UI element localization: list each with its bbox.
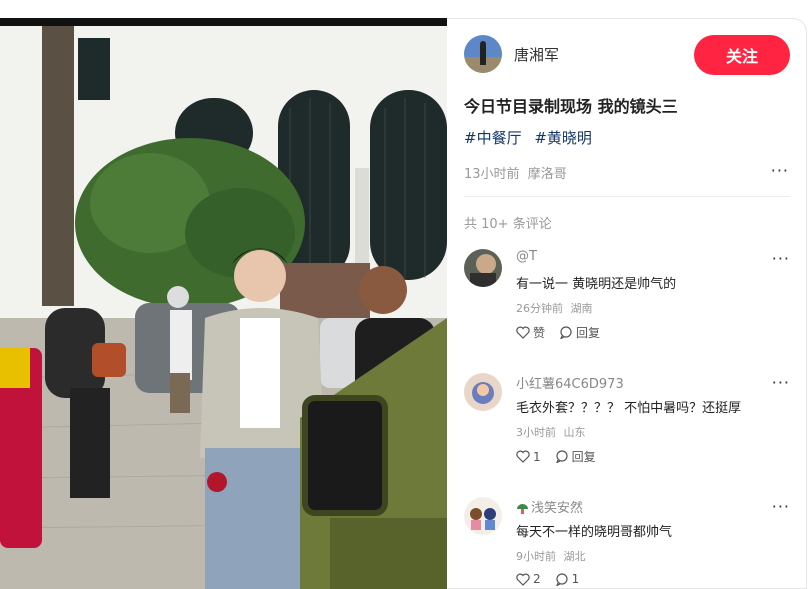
like-label: 赞 [533, 326, 546, 340]
like-button[interactable]: 2 [516, 572, 541, 586]
divider [464, 196, 790, 197]
post-meta: 13小时前 摩洛哥 [464, 163, 571, 182]
photo-top-edge [0, 18, 447, 26]
commenter-avatar[interactable] [464, 249, 502, 287]
tag-link[interactable]: #黄晓明 [534, 129, 592, 147]
comment-item: 浅笑安然 每天不一样的晓明哥都帅气 9小时前 湖北 2 1 ··· [464, 497, 790, 588]
like-count: 1 [533, 449, 541, 464]
commenter-avatar[interactable] [464, 497, 502, 535]
comment-text: 每天不一样的晓明哥都帅气 [516, 525, 673, 540]
comment-count: 共 10+ 条评论 [464, 217, 552, 232]
commenter-avatar-image [464, 249, 502, 287]
commenter-avatar-image [464, 373, 502, 411]
commenter-name-text: 浅笑安然 [531, 501, 584, 516]
commenter-name[interactable]: @T [516, 249, 537, 264]
comment-time: 26分钟前 [516, 302, 563, 315]
comment-location: 山东 [563, 426, 586, 439]
follow-button[interactable]: 关注 [694, 35, 790, 75]
heart-icon [516, 573, 530, 586]
comment-more-icon[interactable]: ··· [772, 249, 790, 268]
like-count: 2 [533, 572, 541, 586]
comment-meta: 9小时前 湖北 [516, 548, 590, 564]
comment-actions: 赞 回复 [516, 324, 614, 341]
comment-text: 有一说一 黄晓明还是帅气的 [516, 277, 677, 292]
comment-item: @T 有一说一 黄晓明还是帅气的 26分钟前 湖南 赞 回复 ··· [464, 249, 790, 359]
post-detail-panel: 唐湘军 关注 今日节目录制现场 我的镜头三 #中餐厅 #黄晓明 13小时前 摩洛… [447, 18, 807, 589]
mushroom-badge-icon [517, 503, 528, 514]
comment-text: 毛衣外套？？？？ 不怕中暑吗？还挺厚 [516, 401, 742, 416]
chat-bubble-icon [555, 450, 568, 463]
post-time: 13小时前 [464, 167, 520, 182]
reply-button[interactable]: 回复 [555, 448, 596, 465]
post-location: 摩洛哥 [527, 167, 567, 182]
author-info[interactable]: 唐湘军 [464, 35, 559, 73]
chat-bubble-icon [555, 572, 568, 586]
reply-label: 回复 [571, 450, 596, 464]
comment-more-icon[interactable]: ··· [772, 373, 790, 392]
post-more-icon[interactable]: ··· [771, 161, 789, 180]
tag-link[interactable]: #中餐厅 [464, 129, 522, 147]
post-content-scroll[interactable]: 今日节目录制现场 我的镜头三 #中餐厅 #黄晓明 13小时前 摩洛哥 ··· 共… [447, 89, 806, 588]
comment-time: 9小时前 [516, 550, 556, 563]
commenter-avatar-image [464, 497, 502, 535]
like-button[interactable]: 赞 [516, 324, 545, 341]
comment-actions: 1 回复 [516, 448, 610, 465]
comment-meta: 3小时前 山东 [516, 424, 590, 440]
comment-actions: 2 1 [516, 572, 593, 586]
photo-scene [0, 18, 447, 589]
like-button[interactable]: 1 [516, 448, 541, 465]
comment-item: 小红薯64C6D973 毛衣外套？？？？ 不怕中暑吗？还挺厚 3小时前 山东 1… [464, 373, 790, 483]
reply-label: 回复 [576, 326, 601, 340]
post-tags: #中餐厅 #黄晓明 [464, 127, 600, 148]
heart-icon [516, 326, 530, 339]
comment-meta: 26分钟前 湖南 [516, 300, 597, 316]
author-name[interactable]: 唐湘军 [514, 44, 559, 65]
author-avatar[interactable] [464, 35, 502, 73]
chat-bubble-icon [560, 326, 572, 339]
comment-time: 3小时前 [516, 426, 556, 439]
commenter-name[interactable]: 浅笑安然 [516, 497, 583, 516]
heart-icon [516, 450, 530, 463]
commenter-name[interactable]: 小红薯64C6D973 [516, 373, 624, 392]
comment-location: 湖南 [570, 302, 593, 315]
post-photo[interactable] [0, 18, 447, 589]
reply-button[interactable]: 回复 [559, 324, 600, 341]
reply-count: 1 [571, 572, 580, 586]
reply-button[interactable]: 1 [555, 572, 580, 586]
author-avatar-image [464, 35, 502, 73]
comment-more-icon[interactable]: ··· [772, 497, 790, 516]
commenter-avatar[interactable] [464, 373, 502, 411]
post-title: 今日节目录制现场 我的镜头三 [464, 97, 678, 116]
comment-location: 湖北 [563, 550, 586, 563]
